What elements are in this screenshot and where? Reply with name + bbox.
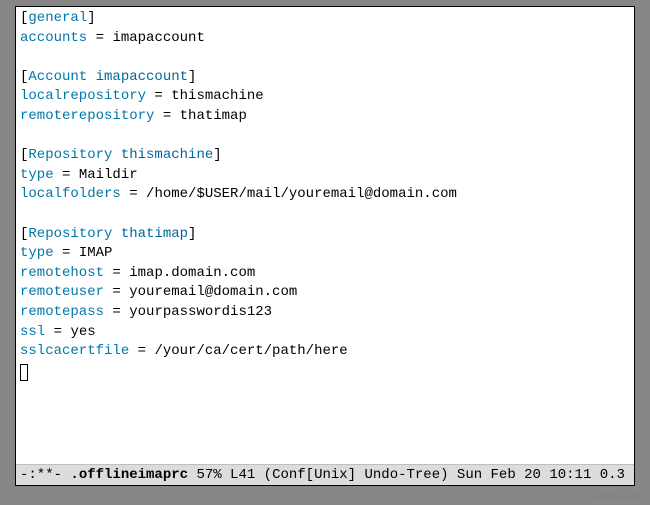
config-value: imapaccount bbox=[112, 30, 204, 46]
config-value: thismachine bbox=[171, 88, 263, 104]
config-entry: localfolders = /home/$USER/mail/youremai… bbox=[20, 185, 630, 205]
config-key: type bbox=[20, 167, 54, 183]
text-buffer[interactable]: [general]accounts = imapaccount [Account… bbox=[16, 7, 634, 464]
config-value: thatimap bbox=[180, 108, 247, 124]
config-key: accounts bbox=[20, 30, 87, 46]
config-key: ssl bbox=[20, 324, 45, 340]
config-key: sslcacertfile bbox=[20, 343, 129, 359]
config-value: IMAP bbox=[79, 245, 113, 261]
config-entry: remoterepository = thatimap bbox=[20, 107, 630, 127]
mode-line: -:**- .offlineimaprc 57% L41 (Conf[Unix]… bbox=[16, 464, 634, 485]
modeline-prefix: -:**- bbox=[20, 467, 62, 483]
config-key: localfolders bbox=[20, 186, 121, 202]
config-value: yourpasswordis123 bbox=[129, 304, 272, 320]
config-value: imap.domain.com bbox=[129, 265, 255, 281]
modeline-datetime: Sun Feb 20 10:11 0.3 bbox=[457, 467, 625, 483]
section-header: [Repository thatimap] bbox=[20, 225, 630, 245]
config-value: /your/ca/cert/path/here bbox=[154, 343, 347, 359]
config-value: Maildir bbox=[79, 167, 138, 183]
config-value: /home/$USER/mail/youremail@domain.com bbox=[146, 186, 457, 202]
modeline-mode: (Conf[Unix] Undo-Tree) bbox=[264, 467, 449, 483]
modeline-filename: .offlineimaprc bbox=[70, 467, 188, 483]
modeline-position: 57% L41 bbox=[196, 467, 255, 483]
config-key: remoteuser bbox=[20, 284, 104, 300]
config-entry: ssl = yes bbox=[20, 323, 630, 343]
config-key: type bbox=[20, 245, 54, 261]
section-header: [general] bbox=[20, 9, 630, 29]
section-header: [Repository thismachine] bbox=[20, 146, 630, 166]
config-entry: remotepass = yourpasswordis123 bbox=[20, 303, 630, 323]
watermark: wsxdn.com bbox=[594, 492, 644, 503]
config-key: remotehost bbox=[20, 265, 104, 281]
config-entry: accounts = imapaccount bbox=[20, 29, 630, 49]
section-header: [Account imapaccount] bbox=[20, 68, 630, 88]
config-key: remoterepository bbox=[20, 108, 154, 124]
text-cursor bbox=[20, 364, 28, 381]
config-value: youremail@domain.com bbox=[129, 284, 297, 300]
config-value: yes bbox=[70, 324, 95, 340]
config-entry: remotehost = imap.domain.com bbox=[20, 264, 630, 284]
config-entry: type = IMAP bbox=[20, 244, 630, 264]
config-entry: type = Maildir bbox=[20, 166, 630, 186]
config-entry: localrepository = thismachine bbox=[20, 87, 630, 107]
config-entry: sslcacertfile = /your/ca/cert/path/here bbox=[20, 342, 630, 362]
editor-frame: [general]accounts = imapaccount [Account… bbox=[15, 6, 635, 486]
config-entry: remoteuser = youremail@domain.com bbox=[20, 283, 630, 303]
config-key: remotepass bbox=[20, 304, 104, 320]
config-key: localrepository bbox=[20, 88, 146, 104]
